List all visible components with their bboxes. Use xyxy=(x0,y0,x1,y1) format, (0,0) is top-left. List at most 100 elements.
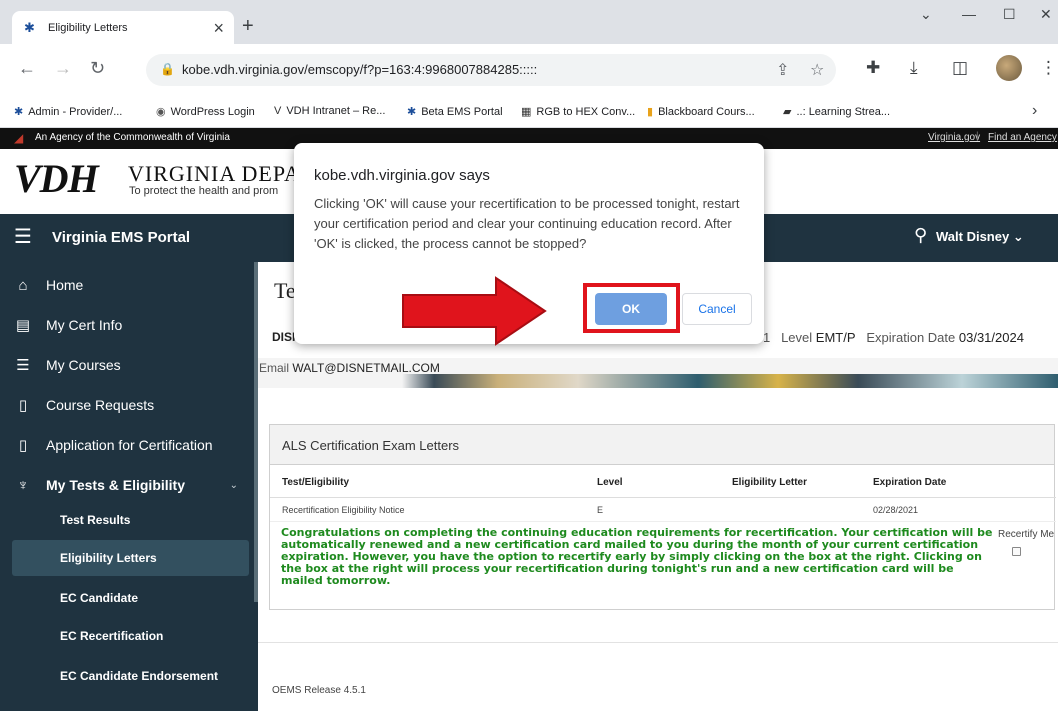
dialog-title: kobe.vdh.virginia.gov says xyxy=(314,167,490,184)
new-tab-icon[interactable]: + xyxy=(242,16,254,36)
user-menu[interactable]: Walt Disney ⌄ xyxy=(936,229,1024,245)
close-window-icon[interactable]: ✕ xyxy=(1040,6,1052,23)
close-tab-icon[interactable]: × xyxy=(213,19,224,37)
cancel-button[interactable]: Cancel xyxy=(682,293,752,325)
column-header[interactable]: Test/Eligibility xyxy=(282,477,349,488)
page-footer: OEMS Release 4.5.1 xyxy=(258,642,1058,711)
bookmark-item[interactable]: ▰..: Learning Strea... xyxy=(783,105,890,118)
table-header: Test/Eligibility Level Eligibility Lette… xyxy=(270,465,1056,498)
extensions-icon[interactable]: ✚ xyxy=(866,58,880,78)
hamburger-menu-icon[interactable]: ☰ xyxy=(14,226,32,248)
table-row: Recertification Eligibility Notice E 02/… xyxy=(270,498,1056,522)
download-icon[interactable]: ⤓ xyxy=(910,58,918,78)
document-icon: ▯ xyxy=(18,397,28,414)
sidebar-item-my-cert-info[interactable]: ▤ My Cert Info xyxy=(0,305,258,345)
virginia-map-icon: ◢ xyxy=(14,131,24,145)
browser-toolbar: ← → ↻ 🔒 kobe.vdh.virginia.gov/emscopy/f?… xyxy=(0,44,1058,96)
sidebar-item-home[interactable]: ⌂ Home xyxy=(0,265,258,305)
congratulations-message: Congratulations on completing the contin… xyxy=(281,526,993,587)
cell-expiration: 02/28/2021 xyxy=(873,505,919,515)
release-version: OEMS Release 4.5.1 xyxy=(272,685,366,696)
chevron-right-icon[interactable]: › xyxy=(1032,102,1037,120)
bookmark-item[interactable]: ✱ Beta EMS Portal xyxy=(407,105,503,118)
browser-tab[interactable]: ✱ Eligibility Letters × xyxy=(12,11,234,45)
sidebar-subitem-ec-candidate-endorsement[interactable]: EC Candidate Endorsement xyxy=(12,658,249,694)
reload-icon[interactable]: ↻ xyxy=(90,58,105,78)
star-of-life-icon: ✱ xyxy=(407,106,417,118)
sidebar-subitem-test-results[interactable]: Test Results xyxy=(12,502,249,538)
maximize-icon[interactable]: ☐ xyxy=(1003,6,1016,23)
certification-info: 1 Level EMT/P Expiration Date 03/31/2024 xyxy=(763,330,1024,345)
sidebar-subitem-eligibility-letters[interactable]: Eligibility Letters xyxy=(12,540,249,576)
recertify-checkbox[interactable] xyxy=(1012,547,1021,556)
address-bar[interactable]: 🔒 kobe.vdh.virginia.gov/emscopy/f?p=163:… xyxy=(146,54,836,86)
sidebar-item-my-courses[interactable]: ☰ My Courses xyxy=(0,345,258,385)
red-arrow-annotation xyxy=(402,276,547,346)
vdh-logo[interactable]: VDH xyxy=(14,155,99,202)
bookmark-star-icon[interactable]: ☆ xyxy=(810,60,824,80)
sidebar-subitem-ec-recertification[interactable]: EC Recertification xyxy=(12,618,249,654)
bookmark-item[interactable]: ▦ RGB to HEX Conv... xyxy=(521,105,635,118)
url-text[interactable]: kobe.vdh.virginia.gov/emscopy/f?p=163:4:… xyxy=(182,62,537,77)
bookmark-item[interactable]: ◉ WordPress Login xyxy=(156,105,255,118)
rgb-icon: ▦ xyxy=(521,106,532,118)
banner-strip: Email WALT@DISNETMAIL.COM xyxy=(258,358,1058,388)
document-icon: ▯ xyxy=(18,437,28,454)
region-title: ALS Certification Exam Letters xyxy=(270,425,1054,465)
blackboard-icon: ▮ xyxy=(647,106,654,118)
cert-expiration: 03/31/2024 xyxy=(958,330,1024,345)
header-tagline: To protect the health and prom xyxy=(129,185,279,197)
sidebar-item-course-requests[interactable]: ▯ Course Requests xyxy=(0,385,258,425)
browser-tabstrip: ✱ Eligibility Letters × + ⌄ — ☐ ✕ xyxy=(0,0,1058,45)
als-letters-region: ALS Certification Exam Letters Test/Elig… xyxy=(269,424,1056,610)
cell-test: Recertification Eligibility Notice xyxy=(282,505,405,515)
column-header[interactable]: Level xyxy=(597,477,623,488)
page-title: Te xyxy=(274,278,296,303)
sidebar-item-application-for-certification[interactable]: ▯ Application for Certification xyxy=(0,425,258,465)
share-icon[interactable]: ⇪ xyxy=(776,60,789,80)
award-icon: ♆ xyxy=(17,476,29,494)
star-of-life-icon: ✱ xyxy=(24,20,35,35)
virginia-gov-link[interactable]: Virginia.gov xyxy=(928,132,980,143)
find-agency-link[interactable]: Find an Agency xyxy=(988,132,1057,143)
header-title: VIRGINIA DEPA xyxy=(128,161,301,186)
lock-icon[interactable]: 🔒 xyxy=(160,62,175,76)
bookmarks-bar: ✱ Admin - Provider/... ◉ WordPress Login V… xyxy=(0,96,1058,128)
chevron-down-icon: ⌄ xyxy=(229,479,238,491)
sidebar-subitem-ec-candidate[interactable]: EC Candidate xyxy=(12,580,249,616)
tab-title: Eligibility Letters xyxy=(48,22,128,34)
column-header[interactable]: Eligibility Letter xyxy=(732,477,807,488)
column-header[interactable]: Expiration Date xyxy=(873,477,946,488)
person-name: DISI xyxy=(272,330,296,344)
email-value: WALT@DISNETMAIL.COM xyxy=(292,361,440,375)
dialog-message: Clicking 'OK' will cause your recertific… xyxy=(314,196,740,251)
ok-button[interactable]: OK xyxy=(595,293,667,325)
bookmark-item[interactable]: V VDH Intranet – Re... xyxy=(274,105,385,117)
id-card-icon: ▤ xyxy=(15,317,31,334)
user-icon[interactable]: ⚲ xyxy=(914,225,927,246)
minimize-icon[interactable]: — xyxy=(962,6,976,22)
divider: | xyxy=(976,131,979,142)
back-icon[interactable]: ← xyxy=(18,58,36,78)
home-icon: ⌂ xyxy=(18,276,28,294)
cert-level: EMT/P xyxy=(815,330,856,345)
list-icon: ☰ xyxy=(16,357,30,374)
bookmark-item[interactable]: ✱ Admin - Provider/... xyxy=(14,105,122,118)
chevron-down-icon: ⌄ xyxy=(1012,229,1024,244)
bookmark-item[interactable]: ▮ Blackboard Cours... xyxy=(647,105,755,118)
side-panel-icon[interactable]: ◫ xyxy=(952,58,968,78)
forward-icon[interactable]: → xyxy=(54,58,72,78)
profile-avatar[interactable] xyxy=(996,55,1022,81)
learning-stream-icon: ▰ xyxy=(783,106,792,118)
menu-kebab-icon[interactable]: ⋮ xyxy=(1040,58,1057,78)
vdh-icon: V xyxy=(274,105,282,117)
sidebar-item-my-tests-eligibility[interactable]: ♆ My Tests & Eligibility ⌄ xyxy=(0,465,258,505)
commonwealth-text: An Agency of the Commonwealth of Virgini… xyxy=(35,132,230,143)
recertify-label: Recertify Me xyxy=(998,529,1055,540)
sidebar-nav: ⌂ Home ▤ My Cert Info ☰ My Courses ▯ Cou… xyxy=(0,262,258,711)
app-name[interactable]: Virginia EMS Portal xyxy=(52,229,190,246)
email-line: Email WALT@DISNETMAIL.COM xyxy=(259,361,440,375)
tab-search-icon[interactable]: ⌄ xyxy=(920,6,932,23)
cell-level: E xyxy=(597,505,604,515)
wordpress-icon: ◉ xyxy=(156,106,166,118)
